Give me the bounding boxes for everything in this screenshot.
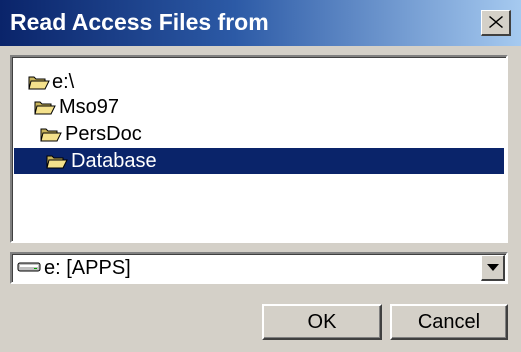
folder-item-root[interactable]: e:\ <box>28 69 88 95</box>
ok-button[interactable]: OK <box>262 304 382 340</box>
drive-icon <box>17 262 41 272</box>
folder-list[interactable]: e:\ Mso97 PersDoc Database <box>10 55 508 243</box>
open-folder-icon <box>34 101 56 115</box>
open-folder-icon <box>40 128 62 142</box>
drive-select[interactable]: e: [APPS] <box>10 252 508 284</box>
drive-dropdown-button[interactable] <box>481 255 505 281</box>
folder-item-persdoc[interactable]: PersDoc <box>40 121 180 147</box>
cancel-button[interactable]: Cancel <box>390 304 508 340</box>
dialog-title: Read Access Files from <box>10 9 269 35</box>
open-folder-icon <box>28 76 50 90</box>
drive-value: e: [APPS] <box>44 257 131 279</box>
folder-label: PersDoc <box>65 123 142 145</box>
close-icon <box>489 16 503 28</box>
folder-label: e:\ <box>52 71 75 93</box>
folder-item-database[interactable]: Database <box>14 148 504 174</box>
close-button[interactable] <box>481 10 511 36</box>
read-access-files-dialog: Read Access Files from e:\ Mso97 PersDoc… <box>0 0 521 352</box>
chevron-down-icon <box>487 264 499 271</box>
title-bar[interactable]: Read Access Files from <box>0 0 521 46</box>
folder-label: Database <box>71 150 157 172</box>
folder-item-mso97[interactable]: Mso97 <box>34 94 154 120</box>
folder-label: Mso97 <box>59 96 120 118</box>
open-folder-icon <box>46 155 68 169</box>
